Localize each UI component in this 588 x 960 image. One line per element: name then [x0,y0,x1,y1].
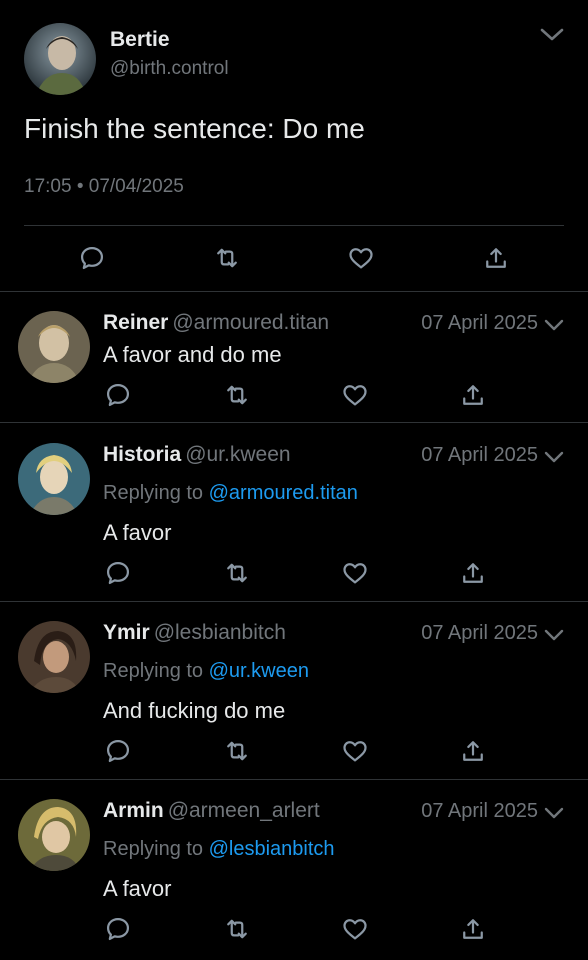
share-icon[interactable] [458,736,488,766]
reply-header: Armin @armeen_arlert [103,799,320,823]
tweet-text: Finish the sentence: Do me [24,113,365,144]
author-name[interactable]: Bertie [110,28,170,52]
reply-date: 07 April 2025 [421,444,538,466]
reply-tweet[interactable]: Reiner @armoured.titan 07 April 2025 A fa… [0,292,588,423]
like-icon[interactable] [340,914,370,944]
main-tweet: Bertie @birth.control Finish the sentenc… [0,0,588,292]
avatar[interactable] [18,443,90,515]
share-icon[interactable] [458,914,488,944]
author-handle[interactable]: @birth.control [110,58,229,80]
tweet-actions [0,380,588,410]
mention-link[interactable]: @armoured.titan [209,482,358,504]
chevron-down-icon[interactable] [539,25,565,45]
avatar[interactable] [18,799,90,871]
reply-icon[interactable] [103,914,133,944]
reply-header: Reiner @armoured.titan [103,311,329,335]
retweet-icon[interactable] [222,558,252,588]
avatar[interactable] [24,23,96,95]
tweet-text: A favor [103,520,172,545]
retweet-icon[interactable] [222,736,252,766]
avatar[interactable] [18,621,90,693]
like-icon[interactable] [346,243,376,273]
tweet-text: And fucking do me [103,698,286,723]
tweet-text: A favor and do me [103,342,282,367]
replying-prefix: Replying to [103,838,204,860]
divider [24,225,564,226]
reply-icon[interactable] [77,243,107,273]
like-icon[interactable] [340,558,370,588]
tweet-actions [0,558,588,588]
share-icon[interactable] [458,558,488,588]
retweet-icon[interactable] [222,914,252,944]
author-name[interactable]: Reiner [103,311,168,334]
chevron-down-icon[interactable] [543,317,565,333]
author-name[interactable]: Armin [103,799,164,822]
reply-tweet[interactable]: Historia @ur.kween 07 April 2025 Replying… [0,423,588,602]
replying-prefix: Replying to [103,660,204,682]
reply-icon[interactable] [103,380,133,410]
replying-prefix: Replying to [103,482,204,504]
tweet-text: A favor [103,876,172,901]
author-handle[interactable]: @ur.kween [185,443,290,466]
avatar[interactable] [18,311,90,383]
mention-link[interactable]: @lesbianbitch [209,838,335,860]
like-icon[interactable] [340,380,370,410]
retweet-icon[interactable] [212,243,242,273]
author-name[interactable]: Ymir [103,621,150,644]
share-icon[interactable] [458,380,488,410]
retweet-icon[interactable] [222,380,252,410]
author-handle[interactable]: @lesbianbitch [154,621,286,644]
reply-icon[interactable] [103,736,133,766]
reply-icon[interactable] [103,558,133,588]
author-name[interactable]: Historia [103,443,181,466]
reply-tweet[interactable]: Armin @armeen_arlert 07 April 2025 Replyi… [0,780,588,960]
reply-date: 07 April 2025 [421,800,538,822]
chevron-down-icon[interactable] [543,805,565,821]
replying-to: Replying to @lesbianbitch [103,838,335,861]
chevron-down-icon[interactable] [543,627,565,643]
replying-to: Replying to @ur.kween [103,660,309,683]
like-icon[interactable] [340,736,370,766]
reply-date: 07 April 2025 [421,622,538,644]
reply-header: Ymir @lesbianbitch [103,621,286,645]
replying-to: Replying to @armoured.titan [103,482,358,505]
tweet-actions [0,736,588,766]
chevron-down-icon[interactable] [543,449,565,465]
author-handle[interactable]: @armeen_arlert [168,799,320,822]
mention-link[interactable]: @ur.kween [209,660,309,682]
reply-date: 07 April 2025 [421,312,538,334]
share-icon[interactable] [481,243,511,273]
author-handle[interactable]: @armoured.titan [172,311,329,334]
tweet-actions [0,243,588,275]
tweet-actions [0,914,588,944]
reply-tweet[interactable]: Ymir @lesbianbitch 07 April 2025 Replying… [0,602,588,780]
tweet-timestamp[interactable]: 17:05 • 07/04/2025 [24,176,184,198]
reply-header: Historia @ur.kween [103,443,291,467]
